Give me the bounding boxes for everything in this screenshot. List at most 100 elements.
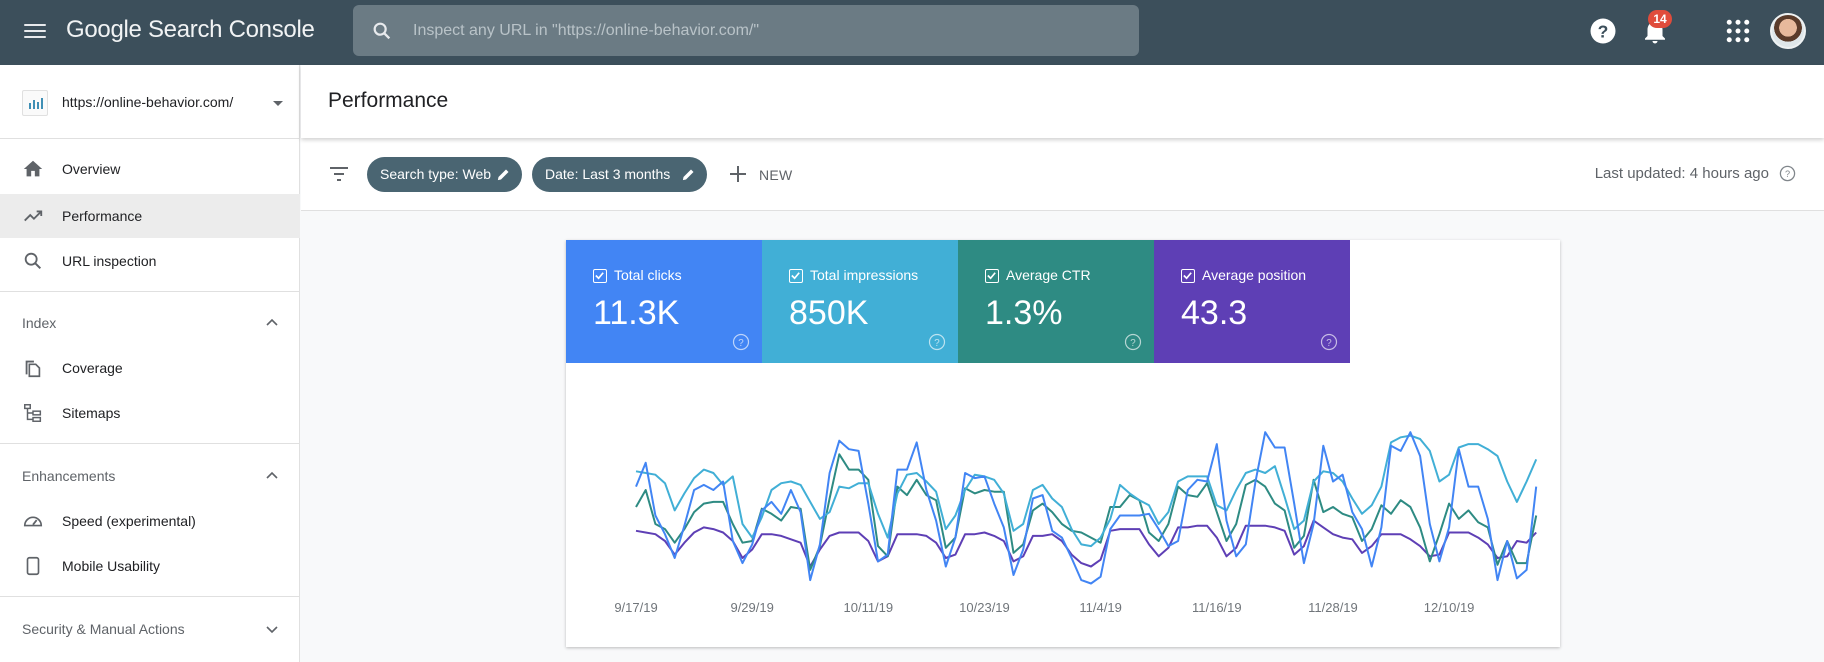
metric-label: Average position [1202, 267, 1307, 283]
sidebar-item-label: Sitemaps [62, 405, 121, 421]
series-line-average-position [635, 519, 1537, 568]
svg-text:?: ? [1326, 338, 1332, 349]
chip-label: Search type: Web [380, 166, 492, 182]
help-outline-icon[interactable]: ? [732, 333, 750, 351]
metric-value: 1.3% [985, 294, 1063, 332]
section-index[interactable]: Index [0, 301, 300, 345]
metric-value: 43.3 [1181, 294, 1248, 332]
avatar[interactable] [1770, 13, 1806, 49]
menu-icon[interactable] [24, 20, 46, 42]
help-outline-icon[interactable]: ? [1124, 333, 1142, 351]
checkbox-checked-icon[interactable] [1181, 269, 1195, 283]
metric-value: 850K [789, 294, 869, 332]
home-icon [23, 160, 43, 177]
filter-chip-search-type[interactable]: Search type: Web [367, 157, 522, 192]
checkbox-checked-icon[interactable] [985, 269, 999, 283]
new-filter-label: NEW [759, 167, 793, 183]
divider [0, 596, 300, 597]
section-label: Index [22, 315, 57, 331]
sidebar-item-performance[interactable]: Performance [0, 194, 300, 238]
sidebar-item-mobile-usability[interactable]: Mobile Usability [0, 544, 300, 588]
logo-google: Google [66, 16, 142, 43]
divider [0, 291, 300, 292]
top-app-bar: Google Search Console ? 14 [0, 0, 1824, 65]
sidebar-item-label: Mobile Usability [62, 558, 161, 574]
chevron-up-icon [266, 318, 278, 326]
metric-label: Total impressions [810, 267, 919, 283]
speedometer-icon [23, 516, 43, 527]
checkbox-checked-icon[interactable] [593, 269, 607, 283]
series-line-total-clicks [635, 431, 1538, 585]
sidebar-item-coverage[interactable]: Coverage [0, 346, 300, 390]
page-title: Performance [328, 89, 449, 112]
help-outline-icon[interactable]: ? [1320, 333, 1338, 351]
help-icon[interactable]: ? [1588, 16, 1618, 46]
sidebar-item-sitemaps[interactable]: Sitemaps [0, 391, 300, 435]
x-tick-label: 10/23/19 [959, 600, 1010, 615]
phone-icon [26, 556, 40, 576]
divider [0, 443, 300, 444]
svg-text:?: ? [1598, 21, 1609, 41]
property-selector[interactable]: https://online-behavior.com/ [0, 65, 300, 139]
x-tick-label: 11/16/19 [1191, 600, 1242, 615]
last-updated-text: Last updated: 4 hours ago [1594, 165, 1769, 182]
dropdown-caret-icon [273, 101, 283, 106]
filter-bar: Search type: Web Date: Last 3 months NEW… [301, 138, 1824, 211]
search-icon [373, 22, 391, 40]
edit-icon [497, 169, 509, 181]
metric-label: Total clicks [614, 267, 682, 283]
x-tick-label: 10/11/19 [843, 600, 894, 615]
filter-icon[interactable] [328, 164, 350, 184]
section-enhancements[interactable]: Enhancements [0, 454, 300, 498]
svg-text:?: ? [1130, 338, 1136, 349]
sidebar-item-label: URL inspection [62, 253, 157, 269]
sidebar: https://online-behavior.com/ Overview Pe… [0, 65, 300, 662]
x-tick-label: 9/29/19 [730, 600, 774, 615]
x-tick-label: 11/4/19 [1079, 600, 1122, 615]
metric-value: 11.3K [593, 294, 680, 332]
metric-label: Average CTR [1006, 267, 1091, 283]
performance-line-chart[interactable] [566, 363, 1560, 647]
sitemap-icon [24, 404, 42, 422]
section-security-manual-actions[interactable]: Security & Manual Actions [0, 607, 300, 651]
url-inspection-search[interactable] [353, 5, 1139, 56]
search-input[interactable] [413, 5, 1113, 56]
metric-tile-total-clicks[interactable]: Total clicks 11.3K ? [566, 240, 762, 363]
svg-text:?: ? [934, 338, 940, 349]
help-outline-icon[interactable]: ? [1779, 165, 1796, 182]
sidebar-item-label: Overview [62, 161, 121, 177]
sidebar-item-url-inspection[interactable]: URL inspection [0, 239, 300, 283]
series-line-average-ctr [635, 453, 1538, 571]
search-icon [24, 252, 42, 270]
sidebar-item-speed[interactable]: Speed (experimental) [0, 499, 300, 543]
property-icon [22, 90, 48, 116]
sidebar-item-label: Performance [62, 208, 143, 224]
chevron-down-icon [266, 626, 278, 634]
edit-icon [682, 169, 694, 181]
svg-text:?: ? [1785, 169, 1790, 179]
help-outline-icon[interactable]: ? [928, 333, 946, 351]
chip-label: Date: Last 3 months [545, 166, 671, 182]
app-logo[interactable]: Google Search Console [66, 16, 315, 44]
section-label: Security & Manual Actions [22, 621, 185, 637]
metric-tile-average-ctr[interactable]: Average CTR 1.3% ? [958, 240, 1154, 363]
logo-product: Search Console [147, 16, 315, 43]
coverage-icon [25, 360, 41, 378]
x-tick-label: 11/28/19 [1308, 600, 1358, 615]
metric-tile-average-position[interactable]: Average position 43.3 ? [1154, 240, 1350, 363]
apps-icon[interactable] [1723, 16, 1753, 46]
page-header: Performance [301, 65, 1824, 138]
notification-badge: 14 [1648, 10, 1672, 28]
chevron-up-icon [266, 471, 278, 479]
sidebar-item-overview[interactable]: Overview [0, 147, 300, 191]
x-tick-label: 12/10/19 [1423, 600, 1475, 615]
property-url: https://online-behavior.com/ [62, 94, 234, 110]
series-line-total-impressions [635, 434, 1538, 548]
plus-icon [730, 166, 746, 182]
filter-chip-date[interactable]: Date: Last 3 months [532, 157, 707, 192]
checkbox-checked-icon[interactable] [789, 269, 803, 283]
performance-card: Total clicks 11.3K ? Total impressions 8… [566, 240, 1560, 647]
sidebar-item-label: Speed (experimental) [62, 513, 196, 529]
section-label: Enhancements [22, 468, 116, 484]
metric-tile-total-impressions[interactable]: Total impressions 850K ? [762, 240, 958, 363]
